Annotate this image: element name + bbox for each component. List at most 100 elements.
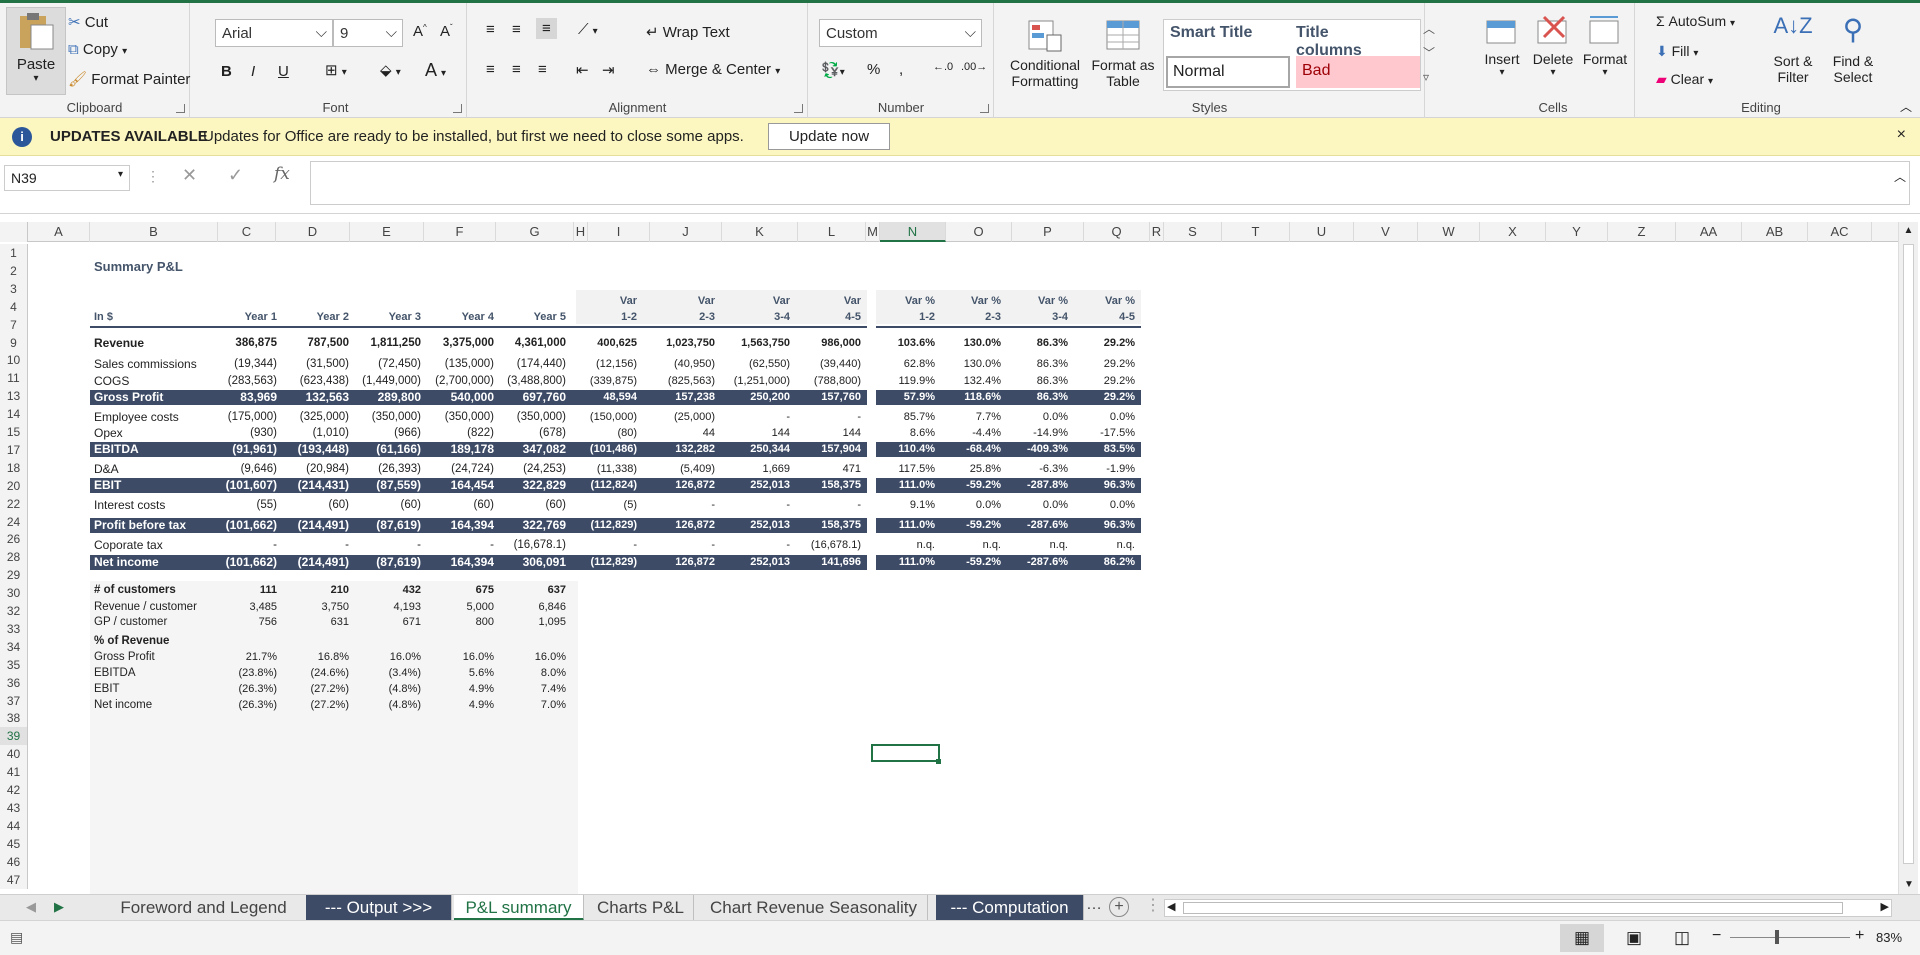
sheet-tab[interactable]: P&L summary — [454, 895, 584, 921]
column-header[interactable]: F — [424, 222, 496, 242]
column-header[interactable]: E — [350, 222, 424, 242]
orientation-icon[interactable]: ⟋ ▾ — [578, 21, 598, 38]
column-header[interactable]: P — [1012, 222, 1084, 242]
function-icon[interactable]: fx — [274, 164, 290, 184]
zoom-level[interactable]: 83% — [1876, 930, 1902, 945]
row-header[interactable]: 40 — [0, 745, 28, 764]
conditional-formatting-button[interactable]: Conditional Formatting — [1005, 13, 1085, 95]
borders-icon[interactable]: ⊞ ▾ — [325, 61, 347, 79]
row-header[interactable]: 46 — [0, 852, 28, 871]
column-header[interactable]: M — [866, 222, 880, 242]
font-color-icon[interactable]: A ▾ — [425, 60, 446, 81]
row-header[interactable]: 10 — [0, 351, 28, 370]
row-header[interactable]: 22 — [0, 494, 28, 513]
align-top-icon[interactable]: ≡ — [486, 21, 495, 38]
row-header[interactable]: 30 — [0, 584, 28, 603]
column-header[interactable]: L — [798, 222, 866, 242]
row-header[interactable]: 4 — [0, 297, 28, 316]
scroll-right-icon[interactable]: ▶ — [1881, 900, 1889, 913]
vertical-scrollbar[interactable]: ▲ ▼ — [1898, 222, 1918, 894]
column-header[interactable]: K — [722, 222, 798, 242]
column-header[interactable]: Z — [1608, 222, 1676, 242]
autosum-button[interactable]: Σ AutoSum ▾ — [1656, 13, 1735, 29]
row-header[interactable]: 3 — [0, 279, 28, 298]
font-size-select[interactable]: 9 ⌵ — [333, 19, 403, 47]
tab-scroll-right-icon[interactable]: ▶ — [54, 899, 64, 915]
accounting-icon[interactable]: 💱▾ — [821, 61, 845, 79]
sheet-tab[interactable]: Charts P&L — [588, 895, 694, 921]
row-header[interactable]: 28 — [0, 548, 28, 567]
increase-decimal-icon[interactable]: ←.0 — [933, 61, 953, 73]
column-header[interactable]: AC — [1808, 222, 1872, 242]
splitter-icon[interactable]: ⋮ — [1145, 895, 1161, 915]
scroll-left-icon[interactable]: ◀ — [1167, 900, 1175, 913]
enter-icon[interactable]: ✓ — [228, 165, 243, 186]
row-header[interactable]: 39 — [0, 727, 28, 746]
align-right-icon[interactable]: ≡ — [538, 61, 547, 78]
column-header[interactable]: N — [880, 222, 946, 242]
column-header[interactable]: B — [90, 222, 218, 242]
align-center-icon[interactable]: ≡ — [512, 61, 521, 78]
scroll-thumb[interactable] — [1903, 244, 1914, 864]
bold-button[interactable]: B — [221, 63, 232, 80]
copy-button[interactable]: ⧉ Copy ▾ — [68, 41, 127, 58]
row-header[interactable]: 2 — [0, 261, 28, 280]
row-header[interactable]: 9 — [0, 333, 28, 352]
row-header[interactable]: 34 — [0, 637, 28, 656]
row-header[interactable]: 43 — [0, 798, 28, 817]
cut-button[interactable]: ✂ Cut — [68, 13, 108, 31]
column-header[interactable]: V — [1354, 222, 1418, 242]
row-header[interactable]: 14 — [0, 405, 28, 424]
row-header[interactable]: 24 — [0, 512, 28, 531]
find-select-button[interactable]: ⚲ Find & Select — [1824, 13, 1882, 85]
fill-button[interactable]: ⬇ Fill ▾ — [1656, 43, 1698, 60]
sort-filter-button[interactable]: A↓Z Sort & Filter — [1764, 13, 1822, 85]
row-header[interactable]: 35 — [0, 655, 28, 674]
dialog-launcher-icon[interactable] — [794, 104, 803, 113]
horizontal-scrollbar[interactable]: ◀ ▶ — [1164, 899, 1892, 917]
zoom-slider[interactable] — [1730, 937, 1850, 938]
row-header[interactable]: 18 — [0, 458, 28, 477]
decrease-indent-icon[interactable]: ⇤ — [576, 61, 589, 79]
underline-button[interactable]: U — [278, 63, 289, 80]
styles-scroll-icon[interactable]: ︿ ﹀ ▿ — [1423, 17, 1435, 89]
column-header[interactable]: T — [1222, 222, 1290, 242]
column-header[interactable]: W — [1418, 222, 1480, 242]
italic-button[interactable]: I — [251, 63, 255, 80]
insert-button[interactable]: Insert ▾ — [1480, 13, 1524, 78]
format-as-table-button[interactable]: Format as Table — [1088, 13, 1158, 95]
row-header[interactable]: 20 — [0, 476, 28, 495]
column-header[interactable]: D — [276, 222, 350, 242]
page-break-icon[interactable]: ◫ — [1660, 924, 1704, 952]
add-sheet-icon[interactable]: + — [1109, 897, 1129, 917]
dialog-launcher-icon[interactable] — [453, 104, 462, 113]
collapse-ribbon-icon[interactable]: ︿ — [1900, 98, 1912, 115]
page-layout-icon[interactable]: ▣ — [1612, 924, 1656, 952]
clear-button[interactable]: ▰ Clear ▾ — [1656, 71, 1713, 88]
row-header[interactable]: 33 — [0, 619, 28, 638]
fill-color-icon[interactable]: ⬙ ▾ — [380, 61, 401, 79]
name-box[interactable]: N39 ▾ — [4, 165, 130, 191]
normal-view-icon[interactable]: ▦ — [1560, 924, 1604, 952]
column-header[interactable]: AB — [1742, 222, 1808, 242]
sheet-tab[interactable]: Foreword and Legend — [100, 895, 308, 921]
align-bottom-icon[interactable]: ≡ — [536, 18, 557, 39]
format-painter-button[interactable]: 🖌 Format Painter — [68, 70, 190, 88]
style-normal[interactable]: Normal — [1166, 56, 1290, 88]
wrap-text-button[interactable]: ↵ Wrap Text — [646, 23, 730, 41]
row-header[interactable]: 17 — [0, 440, 28, 459]
select-all-button[interactable] — [0, 222, 28, 242]
column-header[interactable]: R — [1150, 222, 1164, 242]
merge-center-button[interactable]: ⇔ Merge & Center ▾ — [646, 61, 780, 78]
dialog-launcher-icon[interactable] — [980, 104, 989, 113]
delete-button[interactable]: Delete ▾ — [1528, 13, 1578, 78]
column-header[interactable]: H — [574, 222, 588, 242]
paste-button[interactable]: Paste ▾ — [6, 7, 66, 95]
row-header[interactable]: 13 — [0, 387, 28, 406]
row-header[interactable]: 37 — [0, 691, 28, 710]
column-header[interactable]: Y — [1546, 222, 1608, 242]
selected-cell[interactable] — [871, 744, 940, 762]
column-header[interactable]: J — [650, 222, 722, 242]
font-name-select[interactable]: Arial ⌵ — [215, 19, 333, 47]
row-header[interactable]: 32 — [0, 602, 28, 620]
